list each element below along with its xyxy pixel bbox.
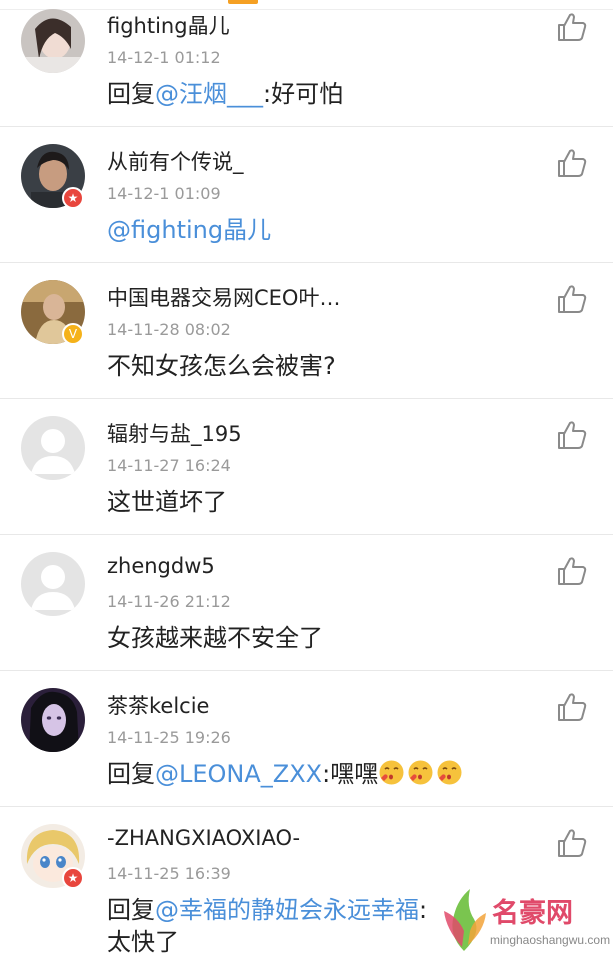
like-icon[interactable]: [556, 692, 588, 722]
comment-text: @fighting晶儿: [107, 213, 271, 247]
comment-author[interactable]: 从前有个传说_: [107, 146, 244, 176]
comment-text: 回复@LEONA_ZXX:嘿嘿: [107, 757, 465, 791]
avatar[interactable]: [21, 552, 85, 616]
avatar[interactable]: [21, 9, 85, 73]
comment-author[interactable]: 中国电器交易网CEO叶…: [107, 282, 340, 312]
comment-time: 14-12-1 01:09: [107, 184, 221, 203]
comment-author[interactable]: zhengdw5: [107, 554, 215, 578]
comment-content: 这世道坏了: [107, 488, 227, 516]
comment-content: 女孩越来越不安全了: [107, 624, 323, 652]
avatar[interactable]: [21, 416, 85, 480]
reply-prefix: 回复: [107, 896, 155, 924]
kiss-emoji-icon: [407, 759, 434, 786]
verified-badge: V: [62, 323, 84, 345]
mention-link[interactable]: @汪烟___: [155, 80, 263, 108]
comment-time: 14-11-25 19:26: [107, 728, 231, 747]
comment-list: fighting晶儿 14-12-1 01:12 回复@汪烟___:好可怕 ★ …: [0, 0, 613, 967]
watermark-url: minghaoshangwu.com: [490, 933, 611, 947]
watermark: 名豪网 minghaoshangwu.com: [440, 883, 610, 958]
mention-link[interactable]: @fighting晶儿: [107, 216, 271, 244]
comment-text: 不知女孩怎么会被害?: [107, 349, 336, 383]
comment-author[interactable]: 辐射与盐_195: [107, 418, 242, 448]
comment-text-line2: 太快了: [107, 928, 179, 956]
comment-time: 14-11-26 21:12: [107, 592, 231, 611]
comment-text: 这世道坏了: [107, 485, 227, 519]
reply-prefix: 回复: [107, 80, 155, 108]
verified-badge: ★: [62, 867, 84, 889]
comment-text: 回复@汪烟___:好可怕: [107, 77, 343, 111]
like-icon[interactable]: [556, 828, 588, 858]
star-icon: ★: [67, 871, 79, 885]
v-icon: V: [68, 327, 78, 341]
comment-content: :嘿嘿: [322, 760, 379, 788]
kiss-emoji-icon: [436, 759, 463, 786]
comment-item[interactable]: 茶茶kelcie 14-11-25 19:26 回复@LEONA_ZXX:嘿嘿: [0, 671, 613, 807]
comment-text: 女孩越来越不安全了: [107, 621, 323, 655]
like-icon[interactable]: [556, 284, 588, 314]
like-icon[interactable]: [556, 556, 588, 586]
comment-author[interactable]: 茶茶kelcie: [107, 690, 209, 720]
comment-content: :好可怕: [263, 80, 344, 108]
comment-item[interactable]: ★ 从前有个传说_ 14-12-1 01:09 @fighting晶儿: [0, 127, 613, 263]
watermark-brand: 名豪网: [492, 898, 573, 929]
like-icon[interactable]: [556, 12, 588, 42]
comment-item[interactable]: fighting晶儿 14-12-1 01:12 回复@汪烟___:好可怕: [0, 0, 613, 127]
verified-badge: ★: [62, 187, 84, 209]
comment-item[interactable]: 辐射与盐_195 14-11-27 16:24 这世道坏了: [0, 399, 613, 535]
avatar[interactable]: [21, 688, 85, 752]
comment-time: 14-11-27 16:24: [107, 456, 231, 475]
comment-text: 回复@幸福的静妞会永远幸福:: [107, 893, 427, 927]
mention-link[interactable]: @幸福的静妞会永远幸福: [155, 896, 419, 924]
comment-author[interactable]: fighting晶儿: [107, 10, 230, 40]
comment-item[interactable]: zhengdw5 14-11-26 21:12 女孩越来越不安全了: [0, 535, 613, 671]
mention-link[interactable]: @LEONA_ZXX: [155, 760, 322, 788]
like-icon[interactable]: [556, 420, 588, 450]
comment-time: 14-12-1 01:12: [107, 48, 221, 67]
like-icon[interactable]: [556, 148, 588, 178]
comment-author[interactable]: -ZHANGXIAOXIAO-: [107, 826, 300, 850]
comment-time: 14-11-28 08:02: [107, 320, 231, 339]
comment-content: :: [419, 896, 428, 924]
star-icon: ★: [67, 191, 79, 205]
comment-content: 不知女孩怎么会被害?: [107, 352, 336, 380]
watermark-logo-icon: [444, 889, 486, 951]
reply-prefix: 回复: [107, 760, 155, 788]
comment-item[interactable]: V 中国电器交易网CEO叶… 14-11-28 08:02 不知女孩怎么会被害?: [0, 263, 613, 399]
comment-time: 14-11-25 16:39: [107, 864, 231, 883]
kiss-emoji-icon: [378, 759, 405, 786]
